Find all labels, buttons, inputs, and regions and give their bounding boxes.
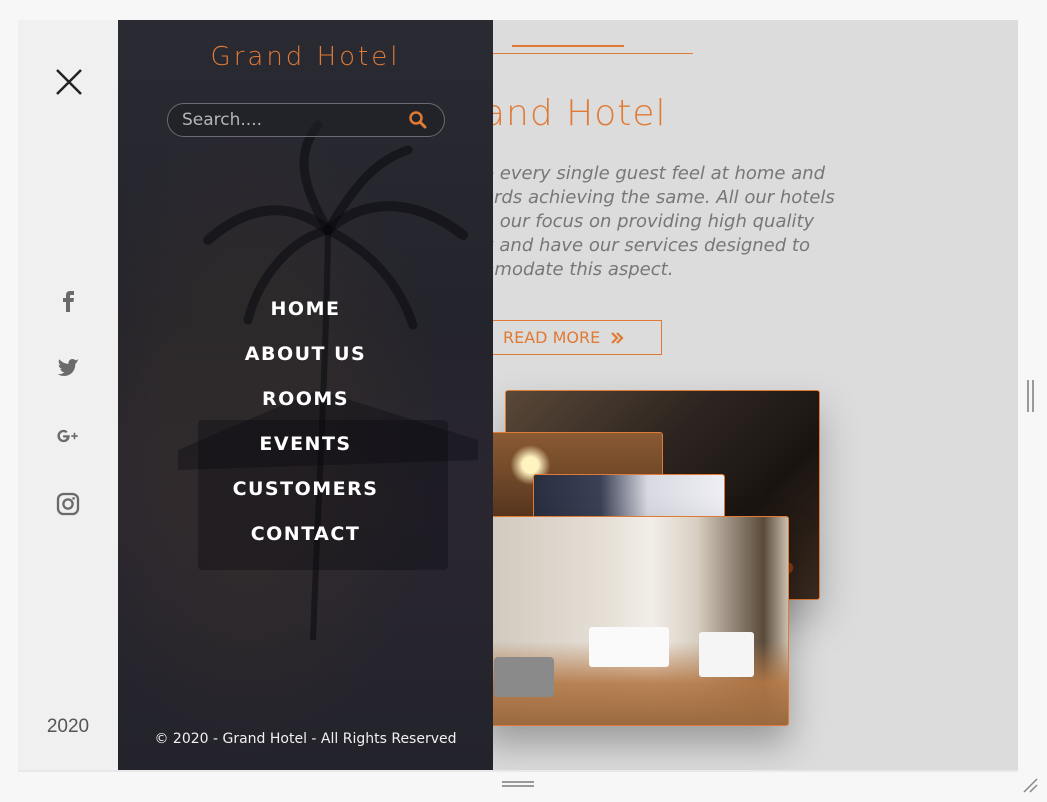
close-menu-button[interactable] <box>52 65 86 99</box>
facebook-icon <box>63 291 74 312</box>
nav-item-about-us[interactable]: ABOUT US <box>118 343 493 388</box>
bed-shape <box>589 627 669 667</box>
google-plus-link[interactable] <box>52 420 84 452</box>
resize-handle-icon[interactable] <box>1021 776 1039 794</box>
decorative-line <box>493 53 693 54</box>
nav-item-label: CONTACT <box>250 523 361 545</box>
room-photo <box>483 516 789 726</box>
search-bar <box>167 103 445 137</box>
hero-description-line: ards achieving the same. All our hotels <box>483 187 835 208</box>
copyright-year: 2020 <box>46 716 90 737</box>
hero-description-line: e every single guest feel at home and <box>483 163 826 184</box>
double-chevron-right-icon <box>611 331 624 344</box>
vertical-scroll-handle[interactable] <box>1027 380 1034 412</box>
hero-description-line: nmodate this aspect. <box>483 259 674 280</box>
drawer-title: Grand Hotel <box>210 42 401 72</box>
search-icon[interactable] <box>408 110 428 130</box>
google-plus-icon <box>57 429 78 443</box>
hero-title: and Hotel <box>483 93 667 134</box>
nav-item-rooms[interactable]: ROOMS <box>118 388 493 433</box>
nav-item-events[interactable]: EVENTS <box>118 433 493 478</box>
nav-item-label: HOME <box>270 298 341 320</box>
read-more-button[interactable]: READ MORE <box>473 320 662 355</box>
nav-item-label: CUSTOMERS <box>232 478 379 500</box>
social-rail: 2020 <box>18 20 118 770</box>
instagram-icon <box>56 492 80 516</box>
page-frame: and Hotel e every single guest feel at h… <box>18 20 1018 770</box>
facebook-link[interactable] <box>52 284 84 316</box>
navigation-drawer: Grand Hotel HOME ABOUT US ROOMS EVENTS C… <box>118 20 493 770</box>
nav-item-contact[interactable]: CONTACT <box>118 523 493 568</box>
nav-item-home[interactable]: HOME <box>118 298 493 343</box>
twitter-link[interactable] <box>52 352 84 384</box>
hero-description: e every single guest feel at home and ar… <box>483 162 883 282</box>
decorative-line <box>512 45 624 47</box>
close-icon <box>56 69 82 95</box>
hero-section: and Hotel e every single guest feel at h… <box>473 20 1018 770</box>
bed-shape <box>699 632 754 677</box>
bottom-border <box>18 770 1018 772</box>
horizontal-scroll-handle[interactable] <box>502 781 534 787</box>
nav-item-label: ROOMS <box>261 388 350 410</box>
read-more-label: READ MORE <box>503 328 601 347</box>
instagram-link[interactable] <box>52 488 84 520</box>
nav-item-customers[interactable]: CUSTOMERS <box>118 478 493 523</box>
main-nav: HOME ABOUT US ROOMS EVENTS CUSTOMERS CON… <box>118 298 493 568</box>
hero-description-line: o our focus on providing high quality <box>483 211 815 232</box>
sofa-shape <box>494 657 554 697</box>
nav-item-label: ABOUT US <box>244 343 367 365</box>
drawer-footer: © 2020 - Grand Hotel - All Rights Reserv… <box>154 731 457 747</box>
search-input[interactable] <box>168 110 408 130</box>
twitter-icon <box>57 358 79 377</box>
hero-description-line: y and have our services designed to <box>483 235 810 256</box>
nav-item-label: EVENTS <box>259 433 352 455</box>
